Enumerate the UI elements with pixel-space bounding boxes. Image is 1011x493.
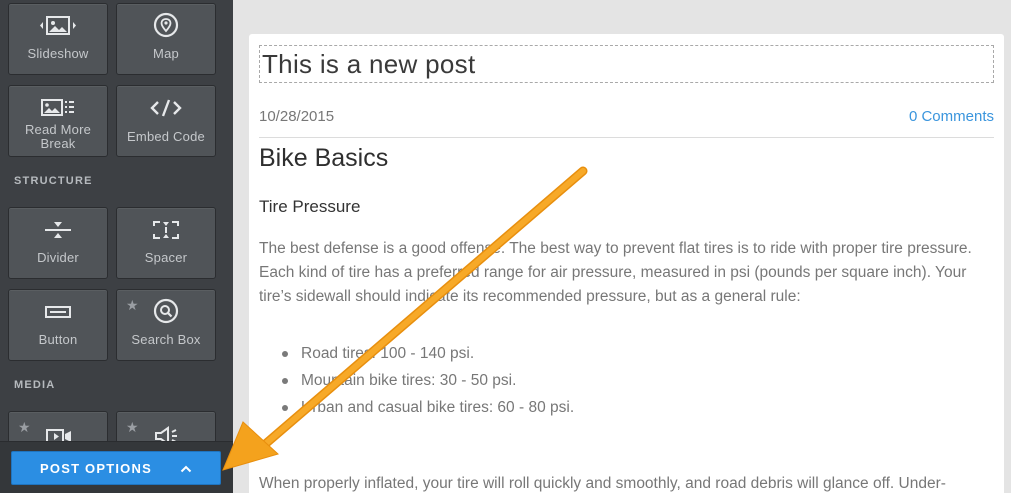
search-box-label: Search Box (131, 332, 201, 347)
search-box-tile[interactable]: ★ Search Box (116, 289, 216, 361)
post-date: 10/28/2015 (259, 108, 335, 125)
post-heading[interactable]: Bike Basics (259, 144, 388, 173)
paragraph[interactable]: The best defense is a good offense. The … (259, 237, 994, 309)
tire-pressure-list[interactable]: Road tires: 100 - 140 psi. Mountain bike… (281, 340, 574, 421)
post-options-button[interactable]: POST OPTIONS (11, 451, 221, 485)
divider-label: Divider (37, 250, 79, 265)
embed-code-label: Embed Code (127, 129, 205, 144)
slideshow-icon (9, 12, 107, 40)
media-section-title: MEDIA (14, 379, 56, 391)
list-item: Road tires: 100 - 140 psi. (281, 340, 574, 367)
divider-line (259, 137, 994, 138)
list-item: Mountain bike tires: 30 - 50 psi. (281, 367, 574, 394)
embed-code-tile[interactable]: Embed Code (116, 85, 216, 157)
map-tile[interactable]: Map (116, 3, 216, 75)
map-label: Map (153, 46, 179, 61)
paragraph[interactable]: When properly inflated, your tire will r… (259, 472, 994, 493)
post-options-label: POST OPTIONS (40, 460, 152, 476)
list-item: Urban and casual bike tires: 60 - 80 psi… (281, 394, 574, 421)
post-title-field[interactable]: This is a new post (259, 45, 994, 83)
button-tile[interactable]: Button (8, 289, 108, 361)
button-icon (9, 298, 107, 326)
read-more-break-label: Read More Break (24, 122, 92, 151)
divider-tile[interactable]: Divider (8, 207, 108, 279)
structure-section-title: STRUCTURE (14, 175, 93, 187)
divider-icon (9, 216, 107, 244)
map-pin-icon (117, 12, 215, 40)
element-sidebar: Slideshow Map Read More Break Embed Code… (0, 0, 233, 493)
button-label: Button (38, 332, 78, 347)
slideshow-label: Slideshow (27, 46, 89, 61)
chevron-up-icon (180, 461, 192, 476)
read-more-icon (9, 94, 107, 122)
read-more-break-tile[interactable]: Read More Break (8, 85, 108, 157)
slideshow-tile[interactable]: Slideshow (8, 3, 108, 75)
post-editor-page: This is a new post 10/28/2015 0 Comments… (249, 34, 1004, 493)
embed-code-icon (117, 94, 215, 122)
search-icon (117, 298, 215, 326)
spacer-label: Spacer (144, 250, 188, 265)
spacer-icon (117, 216, 215, 244)
post-subheading[interactable]: Tire Pressure (259, 197, 360, 217)
post-title[interactable]: This is a new post (262, 49, 476, 79)
spacer-tile[interactable]: Spacer (116, 207, 216, 279)
comments-link[interactable]: 0 Comments (909, 108, 994, 125)
